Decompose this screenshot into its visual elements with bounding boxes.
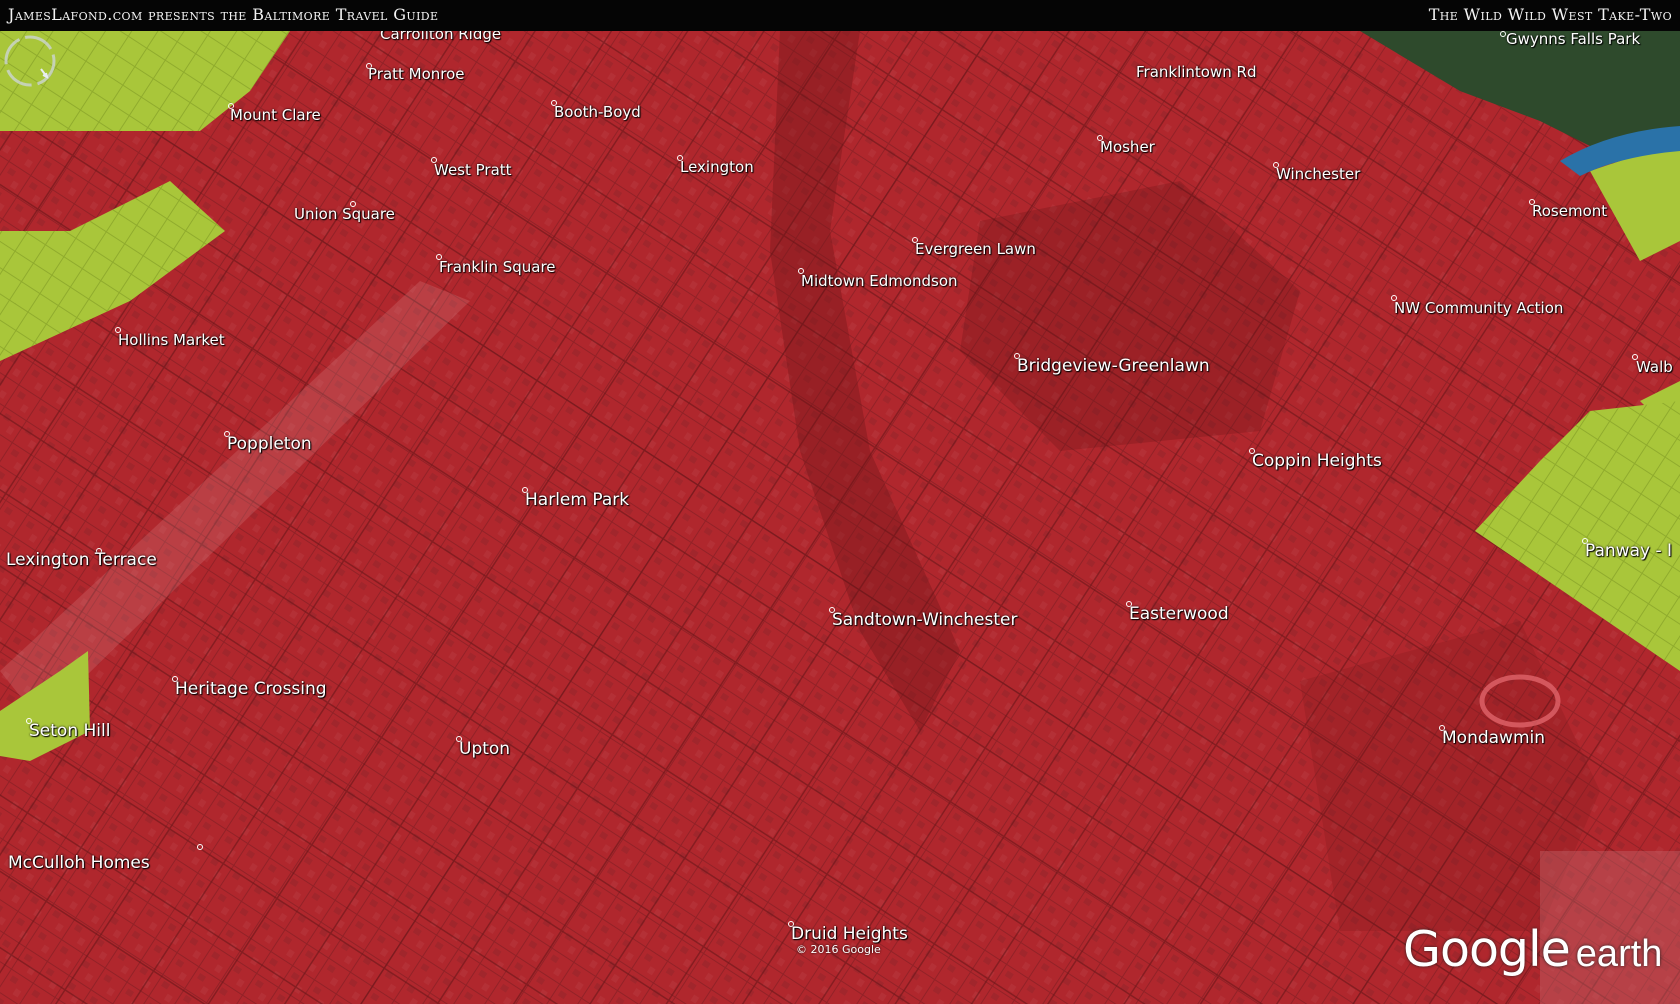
title-bar: JamesLafond.com presents the Baltimore T… (0, 0, 1680, 31)
label-mosher[interactable]: Mosher (1100, 138, 1155, 156)
map-view[interactable]: Carrollton Ridge Pratt Monroe Mount Clar… (0, 31, 1680, 1004)
label-coppin-heights[interactable]: Coppin Heights (1252, 451, 1382, 471)
label-mcculloh-homes[interactable]: McCulloh Homes (8, 853, 150, 873)
label-franklin-square[interactable]: Franklin Square (439, 258, 556, 276)
label-nw-community-action[interactable]: NW Community Action (1394, 299, 1563, 317)
label-sandtown-winchester[interactable]: Sandtown-Winchester (832, 610, 1017, 630)
label-evergreen-lawn[interactable]: Evergreen Lawn (915, 240, 1036, 258)
label-union-square[interactable]: Union Square (294, 205, 395, 223)
google-earth-logo: Google earth (1403, 921, 1662, 978)
label-pratt-monroe[interactable]: Pratt Monroe (368, 65, 465, 83)
label-franklintown-rd[interactable]: Franklintown Rd (1136, 63, 1256, 81)
label-gwynns-falls-park[interactable]: Gwynns Falls Park (1506, 31, 1640, 48)
label-walb[interactable]: Walb (1636, 358, 1673, 376)
site-title: JamesLafond.com presents the Baltimore T… (8, 5, 439, 24)
label-mount-clare[interactable]: Mount Clare (230, 106, 321, 124)
logo-secondary: earth (1575, 933, 1663, 975)
label-seton-hill[interactable]: Seton Hill (29, 721, 110, 741)
label-lexington[interactable]: Lexington (680, 158, 754, 176)
pin-mcculloh-homes (197, 844, 203, 850)
map-copyright: © 2016 Google (796, 943, 881, 956)
label-winchester[interactable]: Winchester (1276, 165, 1360, 183)
label-lexington-terrace[interactable]: Lexington Terrace (6, 550, 157, 570)
label-hollins-market[interactable]: Hollins Market (118, 331, 225, 349)
logo-primary: Google (1403, 921, 1571, 978)
label-west-pratt[interactable]: West Pratt (434, 161, 512, 179)
label-druid-heights[interactable]: Druid Heights (791, 924, 908, 944)
label-panway[interactable]: Panway - I (1585, 541, 1672, 561)
label-mondawmin[interactable]: Mondawmin (1442, 728, 1545, 748)
map-imagery (0, 31, 1680, 1004)
label-easterwood[interactable]: Easterwood (1129, 604, 1229, 624)
label-rosemont[interactable]: Rosemont (1532, 202, 1607, 220)
article-title: The Wild Wild West Take-Two (1428, 5, 1672, 24)
label-midtown-edmondson[interactable]: Midtown Edmondson (801, 272, 958, 290)
label-harlem-park[interactable]: Harlem Park (525, 490, 629, 510)
label-bridgeview-greenlawn[interactable]: Bridgeview-Greenlawn (1017, 356, 1210, 376)
compass-icon[interactable] (0, 31, 60, 91)
label-upton[interactable]: Upton (459, 739, 510, 759)
label-heritage-crossing[interactable]: Heritage Crossing (175, 679, 327, 699)
label-carrollton-ridge[interactable]: Carrollton Ridge (380, 31, 501, 43)
label-poppleton[interactable]: Poppleton (227, 434, 312, 454)
label-booth-boyd[interactable]: Booth-Boyd (554, 103, 641, 121)
